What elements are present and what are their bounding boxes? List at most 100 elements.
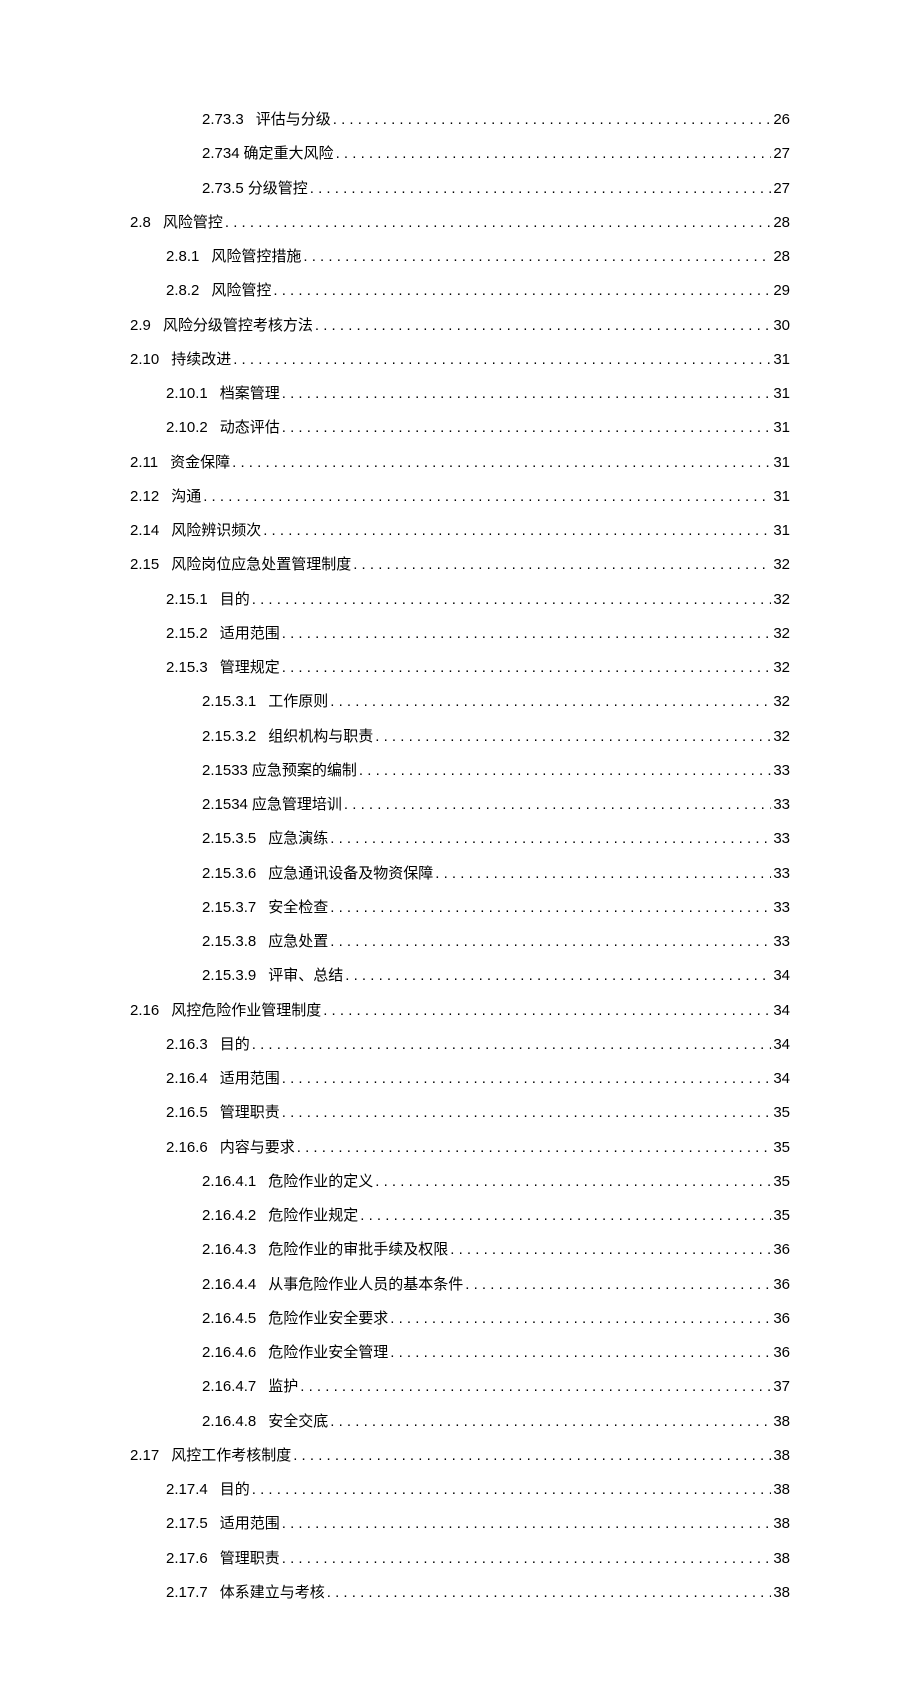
toc-number: 2.9 — [130, 314, 151, 337]
toc-entry[interactable]: 2.14风险辨识频次31 — [130, 519, 790, 543]
toc-entry[interactable]: 2.17.6管理职责38 — [130, 1547, 790, 1571]
toc-entry[interactable]: 2.15.3.7安全检查33 — [130, 896, 790, 920]
toc-leader — [375, 725, 771, 749]
toc-page-number: 38 — [773, 1547, 790, 1570]
toc-entry[interactable]: 2.8.1风险管控措施28 — [130, 245, 790, 269]
toc-entry[interactable]: 2.17.5适用范围38 — [130, 1512, 790, 1536]
toc-title: 管理职责 — [220, 1548, 280, 1571]
toc-entry[interactable]: 2.16.4.2危险作业规定35 — [130, 1204, 790, 1228]
toc-entry[interactable]: 2.12沟通31 — [130, 485, 790, 509]
toc-entry[interactable]: 2.16.4.3危险作业的审批手续及权限36 — [130, 1238, 790, 1262]
toc-list: 2.73.3评估与分级26 2.734确定重大风险27 2.73.5分级管控27 2.… — [130, 108, 790, 1605]
toc-title: 风险辨识频次 — [171, 520, 261, 543]
toc-number: 2.15 — [130, 553, 159, 576]
toc-entry[interactable]: 2.15.2适用范围32 — [130, 622, 790, 646]
toc-number: 2.1533 — [202, 759, 248, 782]
toc-page-number: 31 — [773, 416, 790, 439]
toc-number: 2.15.3.5 — [202, 827, 256, 850]
toc-entry[interactable]: 2.73.3评估与分级26 — [130, 108, 790, 132]
toc-entry[interactable]: 2.15.3.5应急演练33 — [130, 827, 790, 851]
toc-page-number: 32 — [773, 725, 790, 748]
toc-entry[interactable]: 2.8风险管控28 — [130, 211, 790, 235]
toc-entry[interactable]: 2.15.3.8应急处置33 — [130, 930, 790, 954]
toc-page-number: 32 — [773, 690, 790, 713]
toc-leader — [225, 211, 771, 235]
toc-leader — [330, 690, 771, 714]
toc-entry[interactable]: 2.16.6内容与要求35 — [130, 1136, 790, 1160]
toc-leader — [303, 245, 771, 269]
toc-number: 2.15.1 — [166, 588, 208, 611]
toc-number: 2.11 — [130, 451, 158, 474]
toc-leader — [282, 382, 772, 406]
toc-title: 风险管控 — [211, 280, 271, 303]
toc-number: 2.16.3 — [166, 1033, 208, 1056]
toc-entry[interactable]: 2.10持续改进31 — [130, 348, 790, 372]
toc-entry[interactable]: 2.16风控危险作业管理制度34 — [130, 999, 790, 1023]
toc-entry[interactable]: 2.16.4.7监护37 — [130, 1375, 790, 1399]
toc-entry[interactable]: 2.15.3.6应急通讯设备及物资保障33 — [130, 862, 790, 886]
toc-leader — [390, 1307, 771, 1331]
toc-entry[interactable]: 2.15.3.1工作原则32 — [130, 690, 790, 714]
toc-entry[interactable]: 2.734确定重大风险27 — [130, 142, 790, 166]
toc-entry[interactable]: 2.16.4.1危险作业的定义35 — [130, 1170, 790, 1194]
toc-entry[interactable]: 2.10.1档案管理31 — [130, 382, 790, 406]
toc-entry[interactable]: 2.15.3.9评审、总结34 — [130, 964, 790, 988]
toc-entry[interactable]: 2.17.4目的38 — [130, 1478, 790, 1502]
toc-entry[interactable]: 2.16.4.8安全交底38 — [130, 1410, 790, 1434]
toc-page-number: 38 — [773, 1410, 790, 1433]
toc-page-number: 33 — [773, 930, 790, 953]
toc-page-number: 38 — [773, 1512, 790, 1535]
toc-title: 管理职责 — [220, 1102, 280, 1125]
toc-entry[interactable]: 2.16.4.6 危险作业安全管理 36 — [130, 1341, 790, 1365]
toc-page-number: 38 — [773, 1444, 790, 1467]
toc-entry[interactable]: 2.15.3.2组织机构与职责32 — [130, 725, 790, 749]
toc-number: 2.8.1 — [166, 245, 199, 268]
toc-entry[interactable]: 2.15.1目的32 — [130, 588, 790, 612]
toc-entry[interactable]: 2.1534应急管理培训33 — [130, 793, 790, 817]
toc-page-number: 31 — [773, 485, 790, 508]
toc-leader — [315, 314, 771, 338]
toc-leader — [273, 279, 771, 303]
toc-entry[interactable]: 2.16.3目的34 — [130, 1033, 790, 1057]
toc-leader — [450, 1238, 771, 1262]
toc-entry[interactable]: 2.16.4.5危险作业安全要求36 — [130, 1307, 790, 1331]
toc-number: 2.17.4 — [166, 1478, 208, 1501]
toc-entry[interactable]: 2.15.3管理规定32 — [130, 656, 790, 680]
toc-page-number: 38 — [773, 1581, 790, 1604]
toc-number: 2.15.3.2 — [202, 725, 256, 748]
toc-number: 2.16.4.4 — [202, 1273, 256, 1296]
toc-leader — [252, 588, 772, 612]
toc-entry[interactable]: 2.11资金保障31 — [130, 451, 790, 475]
toc-page-number: 36 — [773, 1341, 790, 1364]
toc-entry[interactable]: 2.16.5管理职责35 — [130, 1101, 790, 1125]
toc-page-number: 36 — [773, 1238, 790, 1261]
toc-entry[interactable]: 2.16.4.4从事危险作业人员的基本条件36 — [130, 1273, 790, 1297]
toc-entry[interactable]: 2.17.7体系建立与考核38 — [130, 1581, 790, 1605]
toc-entry[interactable]: 2.1533应急预案的编制33 — [130, 759, 790, 783]
toc-title: 风险分级管控考核方法 — [163, 315, 313, 338]
toc-entry[interactable]: 2.9风险分级管控考核方法30 — [130, 314, 790, 338]
toc-leader — [465, 1273, 771, 1297]
toc-leader — [360, 1204, 771, 1228]
toc-number: 2.15.3.9 — [202, 964, 256, 987]
toc-title: 管理规定 — [220, 657, 280, 680]
toc-number: 2.10.1 — [166, 382, 208, 405]
toc-entry[interactable]: 2.73.5分级管控27 — [130, 177, 790, 201]
toc-leader — [327, 1581, 772, 1605]
toc-leader — [232, 451, 771, 475]
toc-entry[interactable]: 2.8.2风险管控29 — [130, 279, 790, 303]
toc-leader — [375, 1170, 771, 1194]
toc-entry[interactable]: 2.15风险岗位应急处置管理制度32 — [130, 553, 790, 577]
toc-leader — [323, 999, 771, 1023]
toc-leader — [252, 1033, 772, 1057]
toc-page-number: 28 — [773, 211, 790, 234]
toc-entry[interactable]: 2.10.2动态评估31 — [130, 416, 790, 440]
toc-entry[interactable]: 2.16.4适用范围34 — [130, 1067, 790, 1091]
toc-entry[interactable]: 2.17风控工作考核制度38 — [130, 1444, 790, 1468]
toc-leader — [390, 1341, 771, 1365]
toc-leader — [353, 553, 771, 577]
toc-title: 应急管理培训 — [252, 794, 342, 817]
toc-number: 2.16.4.6 — [202, 1341, 256, 1364]
toc-title: 危险作业安全管理 — [268, 1342, 388, 1365]
toc-page-number: 35 — [773, 1101, 790, 1124]
